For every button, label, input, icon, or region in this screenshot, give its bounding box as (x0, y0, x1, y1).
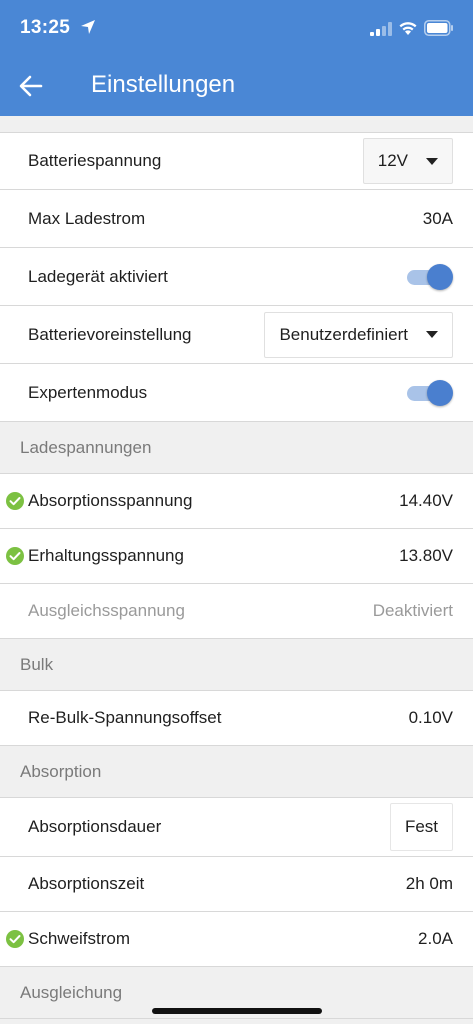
absorption-voltage-label: Absorptionsspannung (28, 491, 193, 510)
absorption-time-label: Absorptionszeit (28, 874, 145, 893)
status-time: 13:25 (20, 17, 71, 38)
section-header-charge-voltages: Ladespannungen (0, 422, 473, 474)
absorption-voltage-row[interactable]: Absorptionsspannung 14.40V (0, 474, 473, 529)
caret-down-icon (426, 157, 438, 165)
cellular-signal-icon (370, 22, 392, 36)
expert-mode-label: Expertenmodus (28, 382, 148, 402)
charger-enabled-row: Ladegerät aktiviert (0, 248, 473, 306)
battery-voltage-value: 12V (377, 151, 408, 170)
max-current-value: 30A (422, 208, 453, 228)
absorption-duration-dropdown[interactable]: Fest (389, 803, 453, 851)
equalization-voltage-row: Ausgleichsspannung Deaktiviert (0, 584, 473, 639)
toggle-thumb (427, 263, 453, 290)
battery-preset-label: Batterievoreinstellung (28, 324, 192, 344)
app-bar: Einstellungen (0, 56, 473, 116)
max-current-row[interactable]: Max Ladestrom 30A (0, 190, 473, 248)
tail-current-value: 2.0A (418, 929, 453, 948)
battery-preset-dropdown[interactable]: Benutzerdefiniert (264, 311, 453, 358)
battery-voltage-dropdown[interactable]: 12V (362, 138, 453, 184)
tail-current-label: Schweifstrom (28, 929, 131, 948)
battery-voltage-label: Batteriespannung (28, 151, 162, 170)
rebulk-offset-row[interactable]: Re-Bulk-Spannungsoffset 0.10V (0, 691, 473, 746)
charger-enabled-toggle[interactable] (405, 263, 453, 291)
check-circle-icon (6, 547, 24, 565)
float-voltage-value: 13.80V (399, 546, 453, 565)
battery-icon (424, 20, 453, 36)
absorption-duration-label: Absorptionsdauer (28, 817, 162, 836)
rebulk-offset-value: 0.10V (408, 708, 453, 727)
page-title: Einstellungen (91, 71, 236, 98)
equalization-voltage-value: Deaktiviert (372, 601, 453, 620)
status-bar: 13:25 (0, 0, 473, 56)
rebulk-offset-label: Re-Bulk-Spannungsoffset (28, 708, 222, 727)
section-header-absorption: Absorption (0, 746, 473, 798)
charger-enabled-label: Ladegerät aktiviert (28, 266, 168, 286)
absorption-duration-value: Fest (404, 817, 438, 836)
battery-preset-value: Benutzerdefiniert (279, 324, 408, 344)
battery-voltage-row: Batteriespannung 12V (0, 132, 473, 190)
location-arrow-icon (81, 20, 95, 34)
equalization-voltage-label: Ausgleichsspannung (28, 601, 185, 620)
check-circle-icon (6, 492, 24, 510)
toggle-thumb (427, 379, 453, 406)
tail-current-row[interactable]: Schweifstrom 2.0A (0, 912, 473, 967)
section-header-bulk: Bulk (0, 639, 473, 691)
absorption-duration-row: Absorptionsdauer Fest (0, 798, 473, 857)
check-circle-icon (6, 930, 24, 948)
expert-mode-row: Expertenmodus (0, 364, 473, 422)
float-voltage-row[interactable]: Erhaltungsspannung 13.80V (0, 529, 473, 584)
back-arrow-icon[interactable] (18, 73, 44, 99)
caret-down-icon (426, 331, 438, 338)
settings-list[interactable]: Batteriespannung 12V Max Ladestrom 30A L… (0, 116, 473, 1024)
wifi-icon (399, 22, 417, 35)
expert-mode-toggle[interactable] (405, 379, 453, 407)
absorption-time-value: 2h 0m (405, 874, 453, 893)
absorption-time-row[interactable]: Absorptionszeit 2h 0m (0, 857, 473, 912)
home-indicator (152, 1008, 322, 1014)
float-voltage-label: Erhaltungsspannung (28, 546, 184, 565)
battery-preset-row: Batterievoreinstellung Benutzerdefiniert (0, 306, 473, 364)
absorption-voltage-value: 14.40V (399, 491, 453, 510)
max-current-label: Max Ladestrom (28, 208, 146, 228)
